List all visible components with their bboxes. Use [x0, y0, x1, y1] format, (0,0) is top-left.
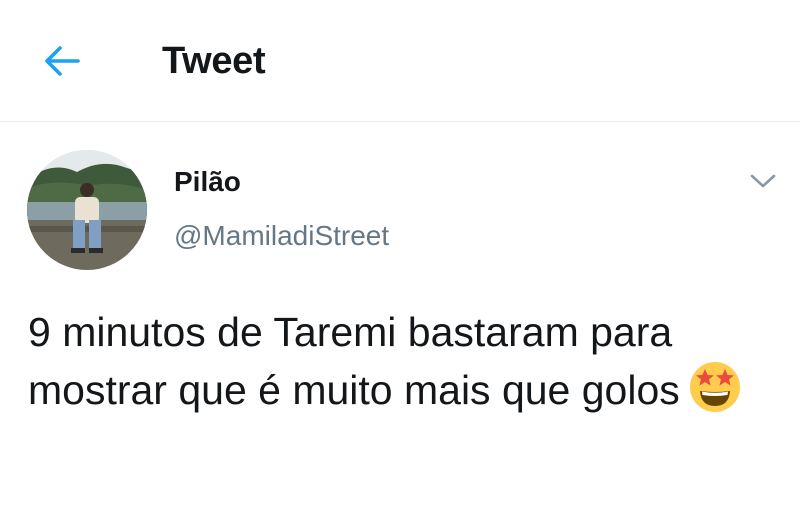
back-button[interactable] [38, 38, 86, 84]
star-struck-emoji [689, 362, 740, 412]
user-handle[interactable]: @MamiladiStreet [174, 220, 389, 252]
chevron-down-icon [750, 174, 776, 188]
tweet-body: 9 minutos de Taremi bastaram para mostra… [28, 304, 768, 418]
avatar[interactable] [27, 150, 147, 270]
tweet-text: 9 minutos de Taremi bastaram para mostra… [28, 309, 680, 413]
display-name[interactable]: Pilão [174, 166, 241, 198]
more-options-button[interactable] [744, 166, 782, 196]
arrow-left-icon [45, 46, 80, 76]
top-bar: Tweet [0, 0, 800, 122]
page-title: Tweet [162, 40, 266, 82]
avatar-photo [27, 150, 147, 270]
